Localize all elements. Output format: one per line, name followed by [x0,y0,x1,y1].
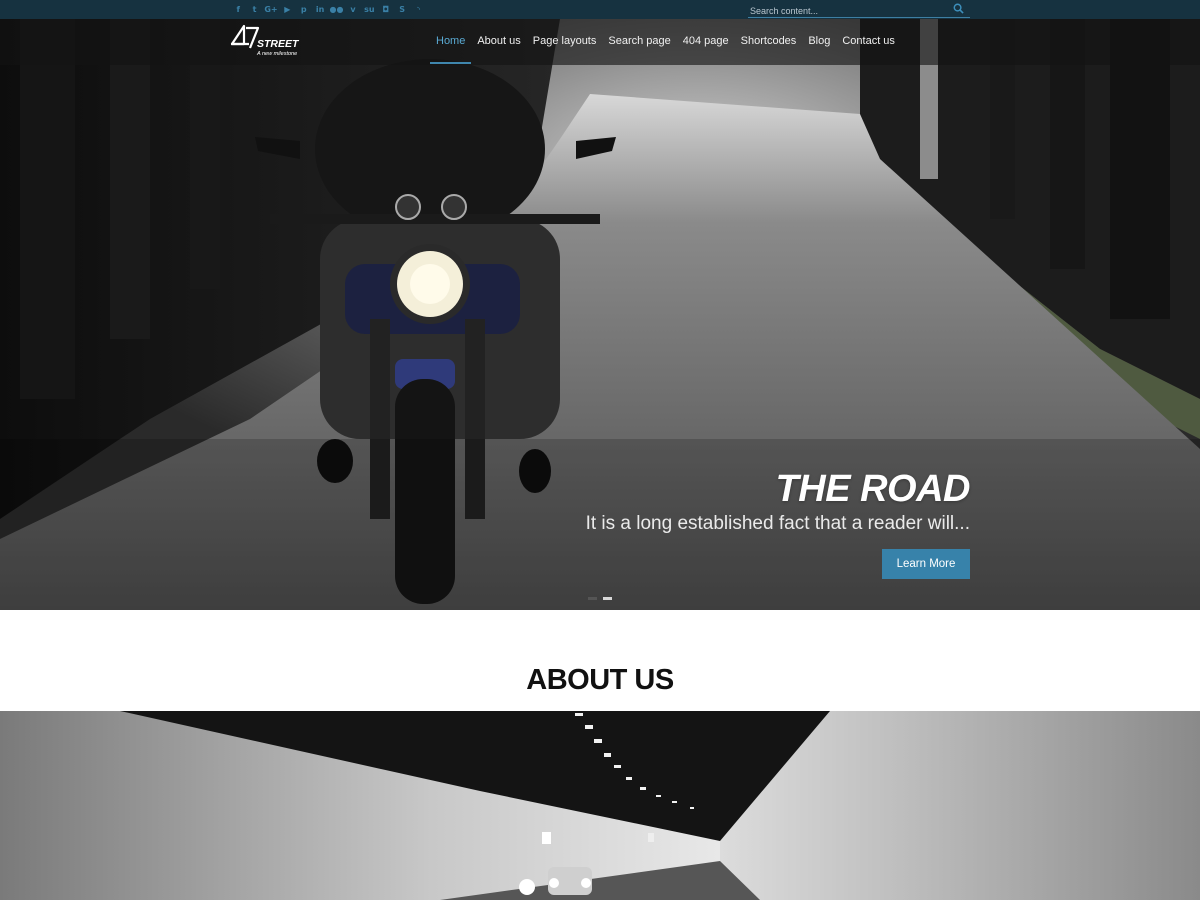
twitter-icon[interactable]: t [246,3,262,16]
skype-icon[interactable]: S [394,3,410,16]
nav-item-home[interactable]: Home [430,19,472,64]
slide-title: THE ROAD [775,468,971,510]
slider-pagination [588,597,612,600]
nav-item-404-page[interactable]: 404 page [677,19,735,63]
linkedin-icon[interactable]: in [312,3,328,16]
slide-subtitle: It is a long established fact that a rea… [585,513,970,534]
search-icon[interactable] [953,3,964,14]
search-box [748,1,970,19]
main-navigation: Home About us Page layouts Search page 404 p… [430,19,901,65]
learn-more-button[interactable]: Learn More [882,549,970,579]
rss-icon[interactable]: ◝ [410,3,426,16]
nav-item-about-us[interactable]: About us [471,19,526,63]
stumbleupon-icon[interactable]: su [361,3,377,16]
instagram-icon[interactable]: ◘ [378,3,394,16]
slider-dot[interactable] [588,597,597,600]
pinterest-icon[interactable]: p [296,3,312,16]
vimeo-icon[interactable]: v [345,3,361,16]
facebook-icon[interactable]: f [230,3,246,16]
flickr-icon[interactable]: ●● [328,3,344,16]
nav-item-blog[interactable]: Blog [802,19,836,63]
youtube-icon[interactable]: ▶ [279,3,295,16]
about-us-heading: ABOUT US [526,664,674,696]
site-logo[interactable]: STREET A new milestone [230,22,308,60]
search-input[interactable] [748,3,948,19]
about-us-image [0,711,1200,900]
logo-tagline: A new milestone [256,51,297,57]
google-plus-icon[interactable]: G+ [263,3,279,16]
logo-mark [230,24,246,46]
nav-item-page-layouts[interactable]: Page layouts [527,19,603,63]
slider-dot[interactable] [603,597,612,600]
social-links: f t G+ ▶ p in ●● v su ◘ S ◝ [230,3,427,16]
top-bar: f t G+ ▶ p in ●● v su ◘ S ◝ [0,0,1200,19]
logo-name: STREET [257,38,300,50]
nav-item-search-page[interactable]: Search page [602,19,676,63]
nav-item-contact-us[interactable]: Contact us [836,19,901,63]
nav-item-shortcodes[interactable]: Shortcodes [735,19,803,63]
